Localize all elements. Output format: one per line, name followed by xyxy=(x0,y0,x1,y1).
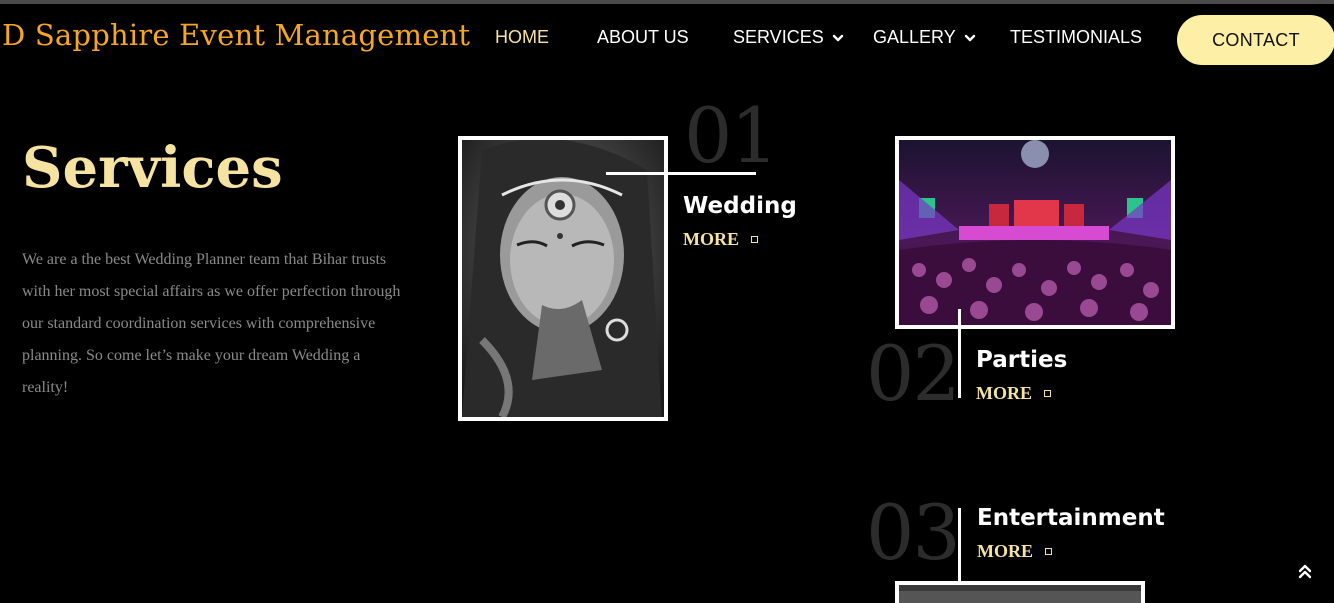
entertainment-image[interactable] xyxy=(895,581,1145,603)
arrow-icon xyxy=(751,236,758,243)
chevron-down-icon xyxy=(964,34,975,41)
entertainment-photo xyxy=(899,585,1141,603)
wedding-bride-photo xyxy=(462,140,664,417)
parties-concert-photo xyxy=(899,140,1171,325)
card-number-02: 02 xyxy=(866,329,961,418)
card-title-parties: Parties xyxy=(976,347,1068,373)
parties-image[interactable] xyxy=(895,136,1175,329)
site-header: D Sapphire Event Management HOME ABOUT U… xyxy=(0,4,1334,66)
nav-gallery-label: GALLERY xyxy=(873,27,956,47)
more-label: MORE xyxy=(977,541,1033,561)
arrow-icon xyxy=(1044,390,1051,397)
nav-gallery[interactable]: GALLERY xyxy=(873,27,976,48)
arrow-icon xyxy=(1045,548,1052,555)
wedding-image[interactable] xyxy=(458,136,668,421)
nav-services-label: SERVICES xyxy=(733,27,824,47)
services-description: We are a the best Wedding Planner team t… xyxy=(22,251,401,396)
nav-testimonials[interactable]: TESTIMONIALS xyxy=(1010,27,1142,48)
card-title-entertainment: Entertainment xyxy=(977,505,1165,531)
nav-services[interactable]: SERVICES xyxy=(733,27,844,48)
scroll-to-top-button[interactable] xyxy=(1294,560,1316,582)
card-connector-line xyxy=(606,172,756,175)
double-chevron-up-icon xyxy=(1298,564,1312,579)
card-number-03: 03 xyxy=(866,488,961,577)
brand-logo[interactable]: D Sapphire Event Management xyxy=(2,18,470,52)
nav-testimonials-label: TESTIMONIALS xyxy=(1010,27,1143,47)
more-label: MORE xyxy=(976,383,1032,403)
more-label: MORE xyxy=(683,229,739,249)
nav-about[interactable]: ABOUT US xyxy=(597,27,689,48)
more-link-wedding[interactable]: MORE xyxy=(683,229,739,250)
chevron-down-icon xyxy=(832,34,843,41)
nav-home-label: HOME xyxy=(495,27,549,47)
nav-home[interactable]: HOME xyxy=(495,27,549,48)
contact-button[interactable]: CONTACT xyxy=(1177,15,1334,65)
page-title: Services xyxy=(22,135,283,201)
nav-about-label: ABOUT US xyxy=(597,27,689,47)
more-link-parties[interactable]: MORE xyxy=(976,383,1032,404)
card-number-01: 01 xyxy=(684,91,779,180)
card-title-wedding: Wedding xyxy=(683,193,797,219)
more-link-entertainment[interactable]: MORE xyxy=(977,541,1033,562)
